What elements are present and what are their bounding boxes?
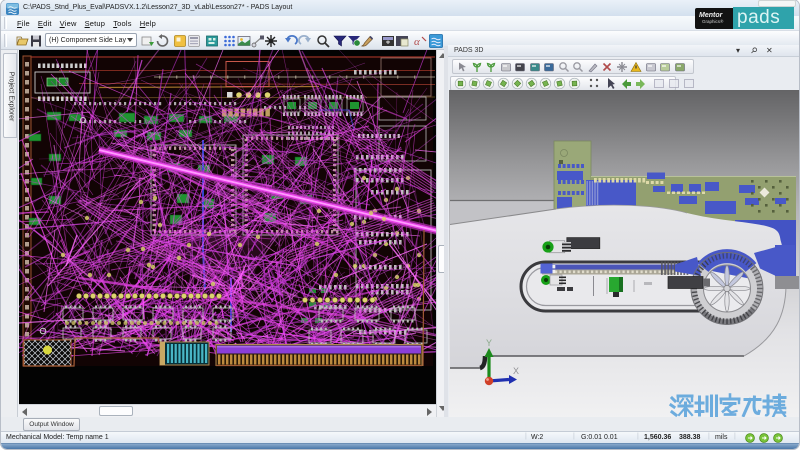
svg-text:X: X [513, 366, 519, 376]
svg-text:Y: Y [486, 338, 492, 348]
svg-text:α: α [414, 36, 420, 48]
